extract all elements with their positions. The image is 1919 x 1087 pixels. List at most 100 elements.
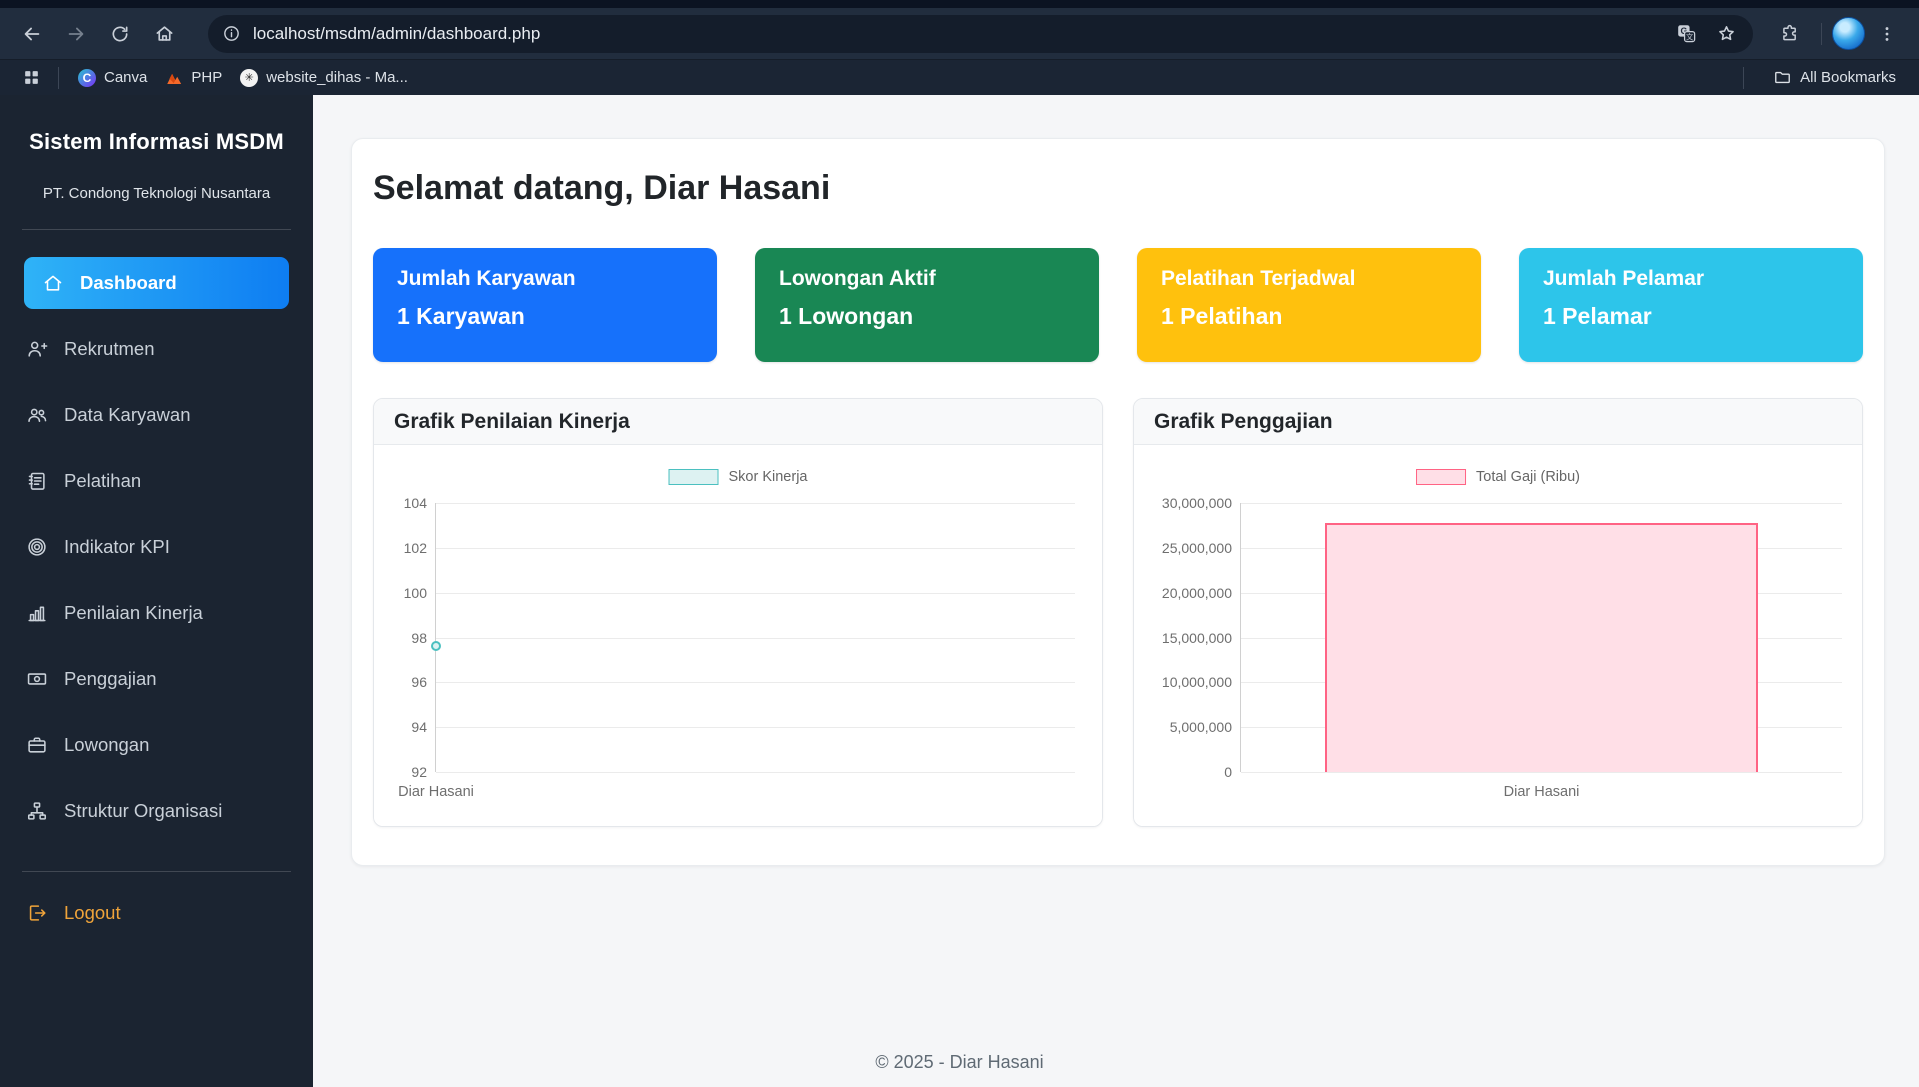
- apps-grid-icon: [22, 68, 41, 87]
- bookmarks-bar: C Canva PHP ✳ website_dihas - Ma... All …: [0, 59, 1919, 95]
- bar-chart-icon: [26, 602, 48, 624]
- y-tick-label: 25,000,000: [1162, 540, 1232, 556]
- browser-toolbar: localhost/msdm/admin/dashboard.php G 文: [0, 8, 1919, 59]
- stat-card-title: Lowongan Aktif: [779, 267, 1075, 291]
- back-button[interactable]: [10, 14, 54, 54]
- browser-chrome: localhost/msdm/admin/dashboard.php G 文: [0, 0, 1919, 95]
- url-bar[interactable]: localhost/msdm/admin/dashboard.php G 文: [208, 15, 1753, 53]
- canva-favicon: C: [78, 69, 96, 87]
- php-favicon: [165, 69, 183, 87]
- toolbar-right-cluster: [1767, 14, 1909, 54]
- legend-label: Skor Kinerja: [729, 469, 808, 485]
- legend-label: Total Gaji (Ribu): [1476, 469, 1580, 485]
- plot-area: 30,000,00025,000,00020,000,00015,000,000…: [1241, 503, 1842, 772]
- stat-card-title: Jumlah Karyawan: [397, 267, 693, 291]
- company-name: PT. Condong Teknologi Nusantara: [0, 185, 313, 202]
- gridline: [436, 772, 1075, 773]
- stat-card-2: Pelatihan Terjadwal1 Pelatihan: [1137, 248, 1481, 362]
- apps-grid-button[interactable]: [14, 63, 48, 93]
- sidebar-item-rekrutmen[interactable]: Rekrutmen: [0, 316, 313, 382]
- y-tick-label: 92: [411, 764, 427, 780]
- sidebar-item-struktur-organisasi[interactable]: Struktur Organisasi: [0, 778, 313, 844]
- window-tab-strip: [0, 0, 1919, 8]
- x-axis-label: Diar Hasani: [398, 784, 474, 800]
- sidebar-item-pelatihan[interactable]: Pelatihan: [0, 448, 313, 514]
- sidebar-item-label: Rekrutmen: [64, 338, 154, 360]
- gridline: [436, 727, 1075, 728]
- bookmark-label: website_dihas - Ma...: [266, 69, 408, 86]
- home-icon: [42, 272, 64, 294]
- y-tick-label: 15,000,000: [1162, 630, 1232, 646]
- home-icon: [154, 23, 175, 44]
- app-title: Sistem Informasi MSDM: [0, 129, 313, 155]
- extensions-puzzle-icon: [1779, 23, 1800, 44]
- bookmark-star-button[interactable]: [1709, 18, 1743, 50]
- footer-copyright: © 2025 - Diar Hasani: [0, 1052, 1919, 1073]
- main-content: Selamat datang, Diar Hasani Jumlah Karya…: [313, 95, 1919, 1087]
- chart-legend[interactable]: Total Gaji (Ribu): [1416, 469, 1580, 485]
- chart-title: Grafik Penilaian Kinerja: [374, 399, 1102, 445]
- page-info-icon[interactable]: [222, 24, 241, 43]
- extensions-button[interactable]: [1767, 14, 1811, 54]
- gridline: [1241, 503, 1842, 504]
- reload-button[interactable]: [98, 14, 142, 54]
- all-bookmarks-button[interactable]: All Bookmarks: [1764, 64, 1905, 91]
- gridline: [436, 548, 1075, 549]
- y-tick-label: 30,000,000: [1162, 495, 1232, 511]
- cash-icon: [26, 668, 48, 690]
- y-tick-label: 10,000,000: [1162, 674, 1232, 690]
- people-icon: [26, 404, 48, 426]
- sidebar-item-logout[interactable]: Logout: [0, 880, 313, 946]
- bookmark-php[interactable]: PHP: [156, 65, 231, 91]
- sidebar-item-dashboard[interactable]: Dashboard: [24, 257, 289, 309]
- stat-card-value: 1 Lowongan: [779, 303, 1075, 330]
- forward-arrow-icon: [65, 23, 87, 45]
- sidebar-item-data-karyawan[interactable]: Data Karyawan: [0, 382, 313, 448]
- toolbar-separator: [1821, 23, 1822, 45]
- data-point[interactable]: [431, 641, 441, 651]
- sidebar-item-lowongan[interactable]: Lowongan: [0, 712, 313, 778]
- data-bar[interactable]: [1325, 523, 1758, 772]
- sidebar-item-label: Struktur Organisasi: [64, 800, 222, 822]
- home-button[interactable]: [142, 14, 186, 54]
- bookmarks-separator: [58, 67, 59, 89]
- logout-icon: [26, 902, 48, 924]
- bookmark-label: Canva: [104, 69, 147, 86]
- stat-card-row: Jumlah Karyawan1 Karyawan Lowongan Aktif 1…: [373, 248, 1863, 362]
- y-tick-label: 100: [404, 585, 427, 601]
- sidebar-item-penggajian[interactable]: Penggajian: [0, 646, 313, 712]
- bookmark-canva[interactable]: C Canva: [69, 65, 156, 91]
- bookmark-label: PHP: [191, 69, 222, 86]
- y-axis-line: [435, 503, 436, 772]
- gridline: [436, 682, 1075, 683]
- sidebar-item-penilaian-kinerja[interactable]: Penilaian Kinerja: [0, 580, 313, 646]
- legend-swatch: [1416, 469, 1466, 485]
- kebab-menu-icon: [1877, 24, 1897, 44]
- sidebar-divider: [22, 871, 291, 872]
- welcome-heading: Selamat datang, Diar Hasani: [373, 169, 1863, 208]
- sidebar-item-label: Data Karyawan: [64, 404, 190, 426]
- dashboard-card: Selamat datang, Diar Hasani Jumlah Karya…: [351, 138, 1885, 866]
- bookmark-website-dihas[interactable]: ✳ website_dihas - Ma...: [231, 65, 417, 91]
- y-tick-label: 96: [411, 674, 427, 690]
- sidebar-menu: Dashboard Rekrutmen Data Karyawan Pelatihan…: [0, 250, 313, 844]
- chart-title: Grafik Penggajian: [1134, 399, 1862, 445]
- y-tick-label: 94: [411, 719, 427, 735]
- payroll-chart-card: Grafik Penggajian Total Gaji (Ribu) 30,00…: [1133, 398, 1863, 827]
- translate-icon: G 文: [1676, 23, 1697, 44]
- sidebar-item-label: Penggajian: [64, 668, 157, 690]
- gridline: [1241, 772, 1842, 773]
- forward-button[interactable]: [54, 14, 98, 54]
- profile-avatar[interactable]: [1832, 17, 1865, 50]
- y-axis-line: [1240, 503, 1241, 772]
- sidebar-item-label: Dashboard: [80, 272, 177, 294]
- payroll-chart-canvas: Total Gaji (Ribu) 30,000,00025,000,00020,…: [1134, 445, 1862, 826]
- stat-card-0: Jumlah Karyawan1 Karyawan: [373, 248, 717, 362]
- translate-button[interactable]: G 文: [1669, 18, 1703, 50]
- sidebar-item-indikator-kpi[interactable]: Indikator KPI: [0, 514, 313, 580]
- chart-legend[interactable]: Skor Kinerja: [669, 469, 808, 485]
- legend-swatch: [669, 469, 719, 485]
- browser-menu-button[interactable]: [1865, 14, 1909, 54]
- stat-card-title: Pelatihan Terjadwal: [1161, 267, 1457, 291]
- all-bookmarks-label: All Bookmarks: [1800, 69, 1896, 86]
